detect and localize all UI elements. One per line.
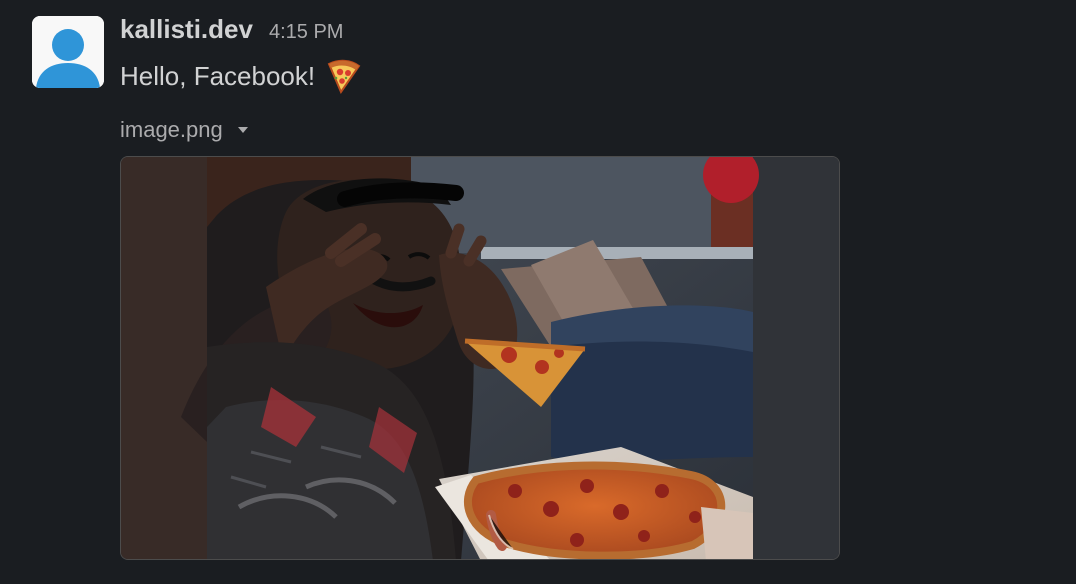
message-text: Hello, Facebook! — [120, 60, 316, 91]
caret-down-icon[interactable] — [237, 126, 249, 134]
image-attachment[interactable] — [120, 156, 840, 560]
message: kallisti.dev 4:15 PM Hello, Facebook! im… — [0, 0, 1076, 584]
attachment-file-name[interactable]: image.png — [120, 117, 223, 143]
pizza-meme-photo — [121, 157, 839, 559]
attachment-header: image.png — [120, 114, 249, 146]
pizza-emoji-icon[interactable] — [323, 56, 361, 96]
user-avatar[interactable] — [32, 16, 104, 88]
message-body: Hello, Facebook! — [120, 56, 361, 96]
message-timestamp[interactable]: 4:15 PM — [269, 21, 343, 44]
message-header: kallisti.dev 4:15 PM — [120, 14, 343, 50]
author-name[interactable]: kallisti.dev — [120, 14, 253, 45]
user-icon — [32, 16, 104, 88]
